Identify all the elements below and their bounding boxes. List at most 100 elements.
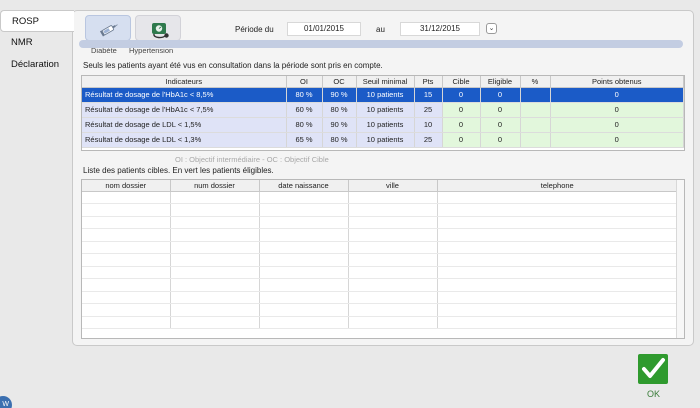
table-cell (437, 191, 678, 204)
table-row[interactable] (82, 266, 678, 279)
tab-diabete[interactable] (85, 15, 131, 41)
col-header[interactable]: nom dossier (82, 180, 171, 192)
col-header: OI (286, 76, 323, 88)
tab-hypertension[interactable] (135, 15, 181, 41)
syringe-icon (99, 24, 118, 37)
side-tabs: ROSP NMR Déclaration (0, 10, 74, 76)
table-cell (437, 216, 678, 229)
date-from-field[interactable]: 01/01/2015 (287, 22, 361, 36)
table-cell (170, 191, 260, 204)
date-to-field[interactable]: 31/12/2015 (400, 22, 480, 36)
indicator-seuil: 10 patients (356, 117, 415, 133)
side-tab-nmr[interactable]: NMR (0, 32, 72, 54)
table-row[interactable] (82, 278, 678, 292)
indicator-cible: 0 (442, 102, 481, 118)
table-cell (170, 241, 260, 254)
table-cell (170, 216, 260, 229)
table-row[interactable] (82, 291, 678, 304)
col-header[interactable]: date naissance (259, 180, 349, 192)
table-cell (437, 241, 678, 254)
indicator-pts: 25 (414, 102, 443, 118)
table-cell (259, 216, 349, 229)
indicator-pts: 10 (414, 117, 443, 133)
table-cell (170, 291, 260, 304)
patients-table[interactable]: nom dossier num dossier date naissance v… (81, 179, 685, 339)
table-cell (259, 303, 349, 317)
table-row[interactable] (82, 316, 678, 329)
table-cell (437, 203, 678, 217)
table-row[interactable] (82, 228, 678, 242)
table-cell (82, 203, 171, 217)
indicator-points: 0 (550, 132, 684, 148)
header-bar (79, 40, 683, 48)
col-header[interactable]: telephone (437, 180, 678, 192)
table-row[interactable] (82, 216, 678, 229)
table-cell (170, 203, 260, 217)
table-cell (437, 316, 678, 329)
table-cell (170, 228, 260, 242)
col-header[interactable]: num dossier (170, 180, 260, 192)
table-cell (82, 228, 171, 242)
indicator-percent (520, 132, 551, 148)
table-cell (259, 191, 349, 204)
indicator-eligible: 0 (480, 102, 521, 118)
patients-scrollbar[interactable] (676, 180, 684, 338)
indicator-eligible: 0 (480, 117, 521, 133)
table-cell (437, 228, 678, 242)
side-tab-declaration[interactable]: Déclaration (0, 54, 72, 76)
indicator-oi: 65 % (286, 132, 323, 148)
indicator-row[interactable]: Résultat de dosage de l'HbA1c < 7,5% 60 … (82, 102, 684, 118)
indicator-row[interactable]: Résultat de dosage de l'HbA1c < 8,5% 80 … (82, 87, 684, 103)
table-cell (437, 278, 678, 292)
table-cell (259, 291, 349, 304)
col-header[interactable]: ville (348, 180, 438, 192)
col-header: Cible (442, 76, 481, 88)
table-cell (82, 216, 171, 229)
period-dropdown-button[interactable]: ⌄ (486, 23, 497, 34)
table-cell (259, 241, 349, 254)
side-tab-rosp[interactable]: ROSP (0, 10, 74, 32)
indicator-name: Résultat de dosage de l'HbA1c < 7,5% (82, 102, 287, 118)
rosp-panel: Diabète Hypertension Période du 01/01/20… (72, 10, 694, 346)
indicator-row[interactable]: Résultat de dosage de LDL < 1,3% 65 % 80… (82, 132, 684, 148)
table-cell (82, 316, 171, 329)
col-header: OC (322, 76, 357, 88)
table-cell (82, 253, 171, 267)
table-row[interactable] (82, 191, 678, 204)
ok-button[interactable] (638, 354, 668, 384)
patients-list-title: Liste des patients cibles. En vert les p… (83, 166, 274, 175)
col-header: Indicateurs (82, 76, 287, 88)
table-cell (437, 253, 678, 267)
table-cell (348, 278, 438, 292)
indicator-name: Résultat de dosage de LDL < 1,5% (82, 117, 287, 133)
period-label: Période du (235, 25, 274, 34)
indicators-table: Indicateurs OI OC Seuil minimal Pts Cibl… (81, 75, 685, 151)
indicator-percent (520, 117, 551, 133)
table-cell (170, 253, 260, 267)
table-cell (82, 291, 171, 304)
table-cell (82, 278, 171, 292)
indicator-oi: 80 % (286, 87, 323, 103)
table-cell (348, 253, 438, 267)
table-cell (348, 241, 438, 254)
table-cell (348, 191, 438, 204)
table-cell (259, 278, 349, 292)
table-row[interactable] (82, 303, 678, 317)
blood-pressure-monitor-icon (152, 23, 169, 39)
indicator-pts: 15 (414, 87, 443, 103)
table-cell (82, 303, 171, 317)
table-row[interactable] (82, 203, 678, 217)
table-row[interactable] (82, 253, 678, 267)
checkmark-icon (642, 358, 665, 378)
indicator-eligible: 0 (480, 87, 521, 103)
indicator-oc: 90 % (322, 117, 357, 133)
table-cell (259, 266, 349, 279)
table-row[interactable] (82, 241, 678, 254)
table-cell (348, 203, 438, 217)
indicator-points: 0 (550, 87, 684, 103)
col-header: Pts (414, 76, 443, 88)
indicator-points: 0 (550, 117, 684, 133)
indicator-row[interactable]: Résultat de dosage de LDL < 1,5% 80 % 90… (82, 117, 684, 133)
table-cell (437, 303, 678, 317)
table-cell (170, 266, 260, 279)
